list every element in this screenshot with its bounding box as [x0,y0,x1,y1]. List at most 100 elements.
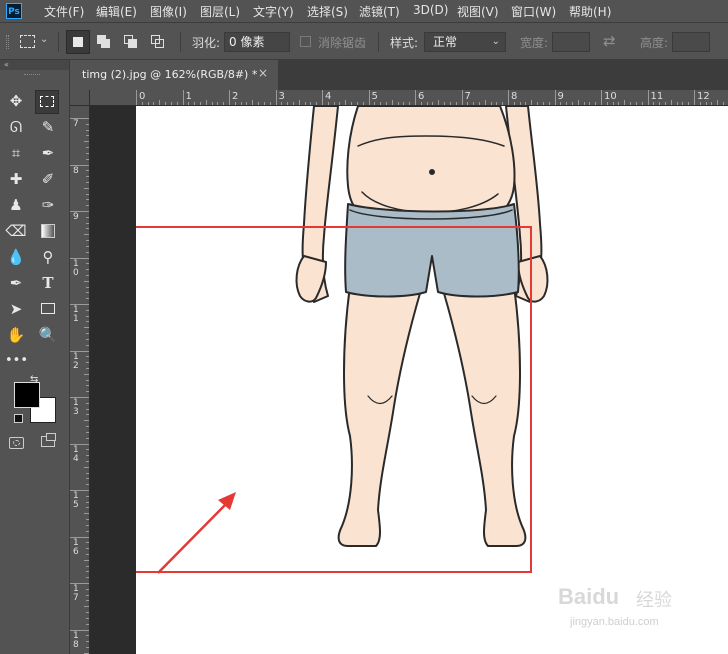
ruler-label: 1 0 [73,258,79,278]
menu-layer[interactable]: 图层(L) [200,3,240,20]
ruler-label: 9 [73,212,79,222]
ruler-label: 1 2 [73,351,79,371]
new-selection-icon [73,37,83,47]
healing-brush-tool-icon[interactable]: ✚ [5,168,27,190]
menu-image[interactable]: 图像(I) [150,3,187,20]
document-canvas[interactable] [136,106,728,654]
photoshop-logo[interactable]: Ps [6,3,22,19]
ruler-label: 1 5 [73,491,79,510]
clone-stamp-tool-icon[interactable]: ♟ [5,194,27,216]
antialias-label: 消除锯齿 [318,36,367,50]
crop-tool-icon[interactable]: ⌗ [5,142,27,164]
width-input[interactable] [552,32,590,52]
feather-label: 羽化: [192,36,221,50]
move-tool-icon[interactable]: ✥ [5,90,27,112]
ruler-label: 8 [73,165,79,176]
ruler-label: 12 [697,91,710,102]
menu-help[interactable]: 帮助(H) [569,3,611,20]
width-label: 宽度: [520,36,549,50]
menu-file[interactable]: 文件(F) [44,3,84,20]
feather-input[interactable]: 0 像素 [224,32,290,52]
watermark-url: jingyan.baidu.com [570,616,659,628]
height-label: 高度: [640,36,669,50]
menu-edit[interactable]: 编辑(E) [96,3,137,20]
ruler-label: 7 [73,119,79,129]
vertical-ruler[interactable]: 7 8 9 1 0 1 1 1 2 1 3 1 4 1 5 1 6 1 7 1 8 [70,106,90,654]
antialias-checkbox[interactable] [300,36,311,47]
ruler-label: 4 [325,91,332,102]
type-tool-icon[interactable]: T [37,272,59,294]
document-tab-bar: timg (2).jpg @ 162%(RGB/8#) * × [70,60,728,90]
ruler-label: 3 [278,91,285,102]
ruler-label: 5 [371,91,378,102]
blur-tool-icon[interactable]: 💧 [5,246,27,268]
ruler-label: 1 7 [73,584,79,603]
ruler-label: 1 6 [73,537,79,557]
screen-mode-icon[interactable] [41,433,56,447]
ruler-label: 1 4 [73,444,79,464]
ruler-label: 1 8 [73,630,79,650]
menu-3d[interactable]: 3D(D) [413,3,448,17]
torso [346,106,516,221]
ruler-label: 10 [604,91,617,102]
hand-tool-icon[interactable]: ✋ [5,324,27,346]
history-brush-tool-icon[interactable]: ✑ [37,194,59,216]
ruler-label: 9 [557,91,564,102]
menu-bar: Ps 文件(F) 编辑(E) 图像(I) 图层(L) 文字(Y) 选择(S) 滤… [0,0,728,22]
chevron-down-icon: ⌄ [491,36,500,47]
panel-grip-icon [24,74,40,76]
ruler-label: 1 3 [73,398,79,417]
watermark-brand: Baidu [558,584,620,609]
horizontal-ruler[interactable]: 0 1 2 3 4 5 6 7 8 9 10 11 12 [90,90,728,106]
baidu-watermark: Baidu 经验 jingyan.baidu.com [558,584,718,642]
zoom-tool-icon[interactable]: 🔍 [37,324,59,346]
menu-type[interactable]: 文字(Y) [253,3,294,20]
pen-tool-icon[interactable]: ✒ [5,272,27,294]
style-select[interactable]: 正常 ⌄ [424,32,506,52]
style-label: 样式: [390,36,419,50]
collapse-panel-icon[interactable]: « [0,60,69,70]
swap-width-height-icon[interactable]: ⇄ [603,32,616,50]
new-selection-button[interactable] [66,30,90,54]
ruler-label: 7 [464,91,471,102]
document-tab-title: timg (2).jpg @ 162%(RGB/8#) * [82,68,258,81]
ruler-label: 8 [511,91,518,102]
rectangular-marquee-tool-icon[interactable] [35,90,59,114]
style-select-value: 正常 [433,35,458,49]
ruler-label: 2 [232,91,239,102]
eraser-tool-icon[interactable]: ⌫ [5,220,27,242]
document-tab[interactable]: timg (2).jpg @ 162%(RGB/8#) * × [70,60,278,90]
gradient-tool-icon[interactable] [37,220,59,242]
ruler-label: 11 [650,91,664,102]
magic-wand-tool-icon[interactable]: ✎ [37,116,59,138]
dodge-tool-icon[interactable]: ⚲ [37,246,59,268]
height-input[interactable] [672,32,710,52]
rectangle-tool-icon[interactable] [37,298,59,320]
path-selection-tool-icon[interactable]: ➤ [5,298,27,320]
canvas-area[interactable]: Baidu 经验 jingyan.baidu.com [90,106,728,654]
ruler-origin[interactable] [70,90,90,106]
foreground-color-swatch[interactable] [14,382,40,408]
ruler-label: 0 [139,91,146,102]
menu-view[interactable]: 视图(V) [457,3,499,20]
more-tools-icon[interactable]: ••• [5,350,28,372]
ruler-label: 1 1 [73,305,79,324]
eyedropper-tool-icon[interactable]: ✒ [37,142,59,164]
tools-panel: « ✥ ᘏ ✎ ⌗ ✒ ✚ ✐ ♟ ✑ ⌫ 💧 ⚲ ✒ T ➤ ✋ 🔍 ••• … [0,60,70,654]
marquee-preset-icon[interactable] [20,35,35,48]
lasso-tool-icon[interactable]: ᘏ [5,116,27,138]
grip-icon [6,35,9,49]
menu-window[interactable]: 窗口(W) [511,3,556,20]
menu-filter[interactable]: 滤镜(T) [359,3,400,20]
options-bar: ⌄ 羽化: 0 像素 消除锯齿 样式: 正常 ⌄ 宽度: ⇄ 高度: [0,22,728,60]
watermark-suffix: 经验 [636,590,672,611]
selection-rectangle[interactable] [136,226,532,573]
ruler-label: 1 [185,91,192,102]
menu-select[interactable]: 选择(S) [307,3,348,20]
close-tab-icon[interactable]: × [258,66,268,80]
quick-mask-icon[interactable] [9,437,24,449]
brush-tool-icon[interactable]: ✐ [37,168,59,190]
default-colors-icon[interactable] [14,414,23,423]
chevron-down-icon[interactable]: ⌄ [40,34,48,45]
vertical-ruler-ticks [70,118,89,654]
